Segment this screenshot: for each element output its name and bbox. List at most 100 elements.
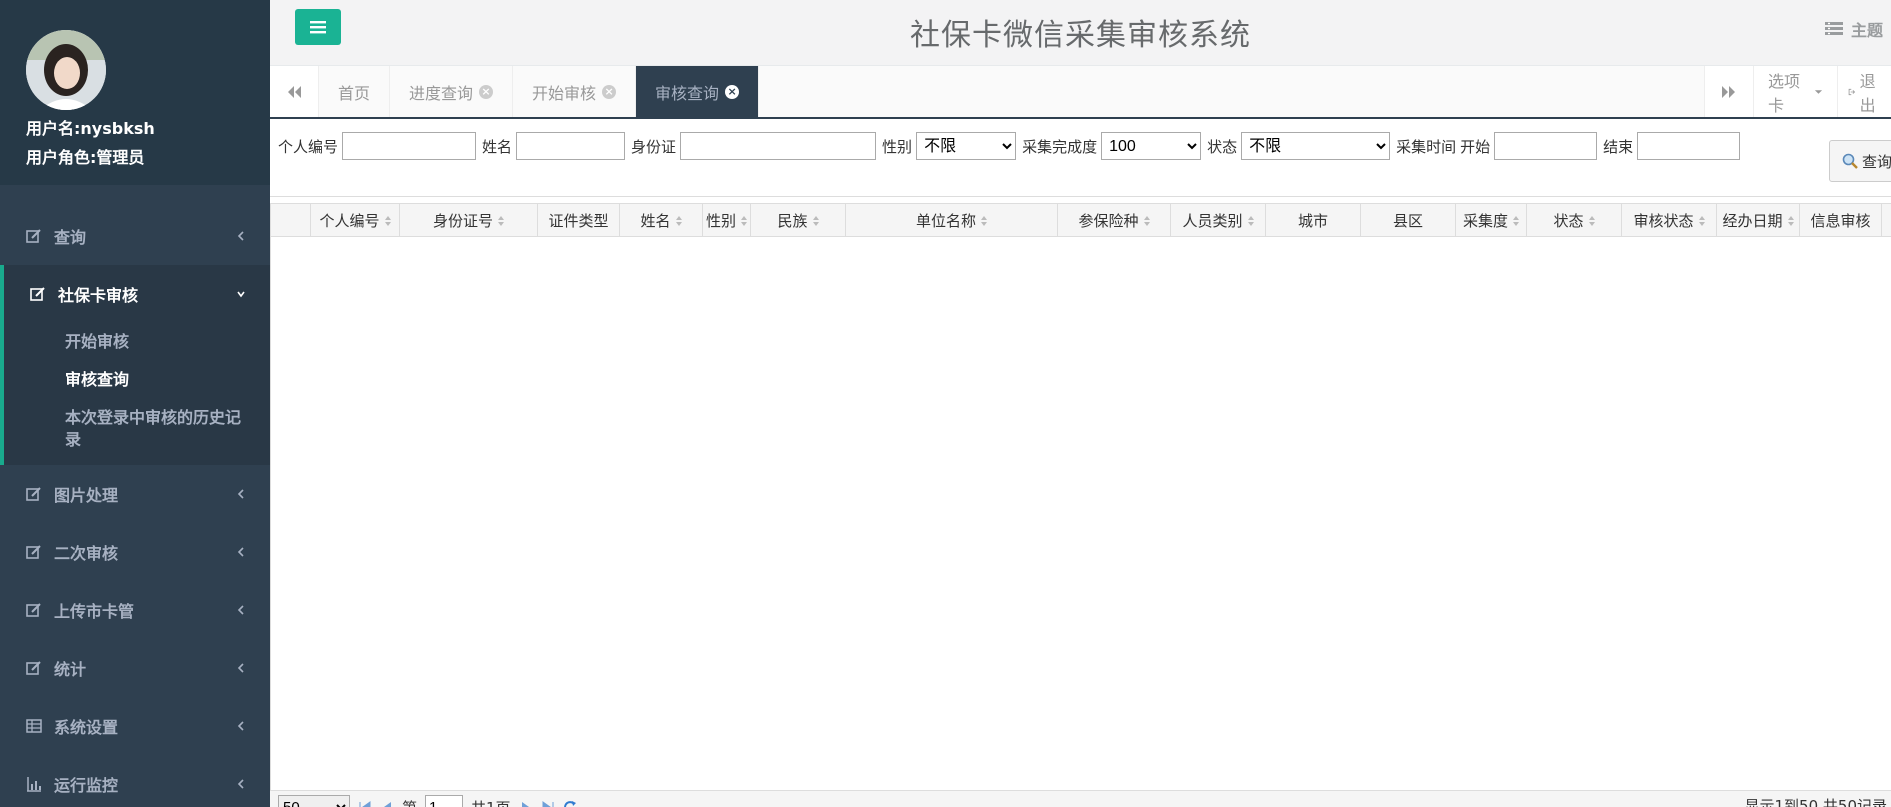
sort-icon[interactable] <box>981 215 987 226</box>
name-input[interactable] <box>516 132 626 160</box>
sort-icon[interactable] <box>1143 215 1150 226</box>
theme-label: 主题 <box>1850 21 1883 40</box>
edit-icon <box>26 229 41 243</box>
status-label: 状态 <box>1207 137 1238 156</box>
sidebar-item-image-processing[interactable]: 图片处理 <box>0 465 270 523</box>
logout-button[interactable]: 退出 <box>1837 66 1891 117</box>
grid-header: 个人编号 身份证号 证件类型 姓名 性别 民族 单位名称 参保险种 人员类别 城市 县区 采集度 状态 审… <box>271 204 1891 237</box>
sidebar-item-monitoring[interactable]: 运行监控 <box>0 755 270 807</box>
start-date-input[interactable] <box>1494 132 1598 160</box>
grid-col-personal-no[interactable]: 个人编号 <box>311 204 400 237</box>
sidebar-subitem-start-audit[interactable]: 开始审核 <box>4 323 270 361</box>
sidebar-item-label: 图片处理 <box>54 486 119 505</box>
edit-icon <box>26 487 41 501</box>
grid-col-company[interactable]: 单位名称 <box>846 204 1058 237</box>
sidebar-item-card-audit[interactable]: 社保卡审核 <box>4 265 270 323</box>
grid-col-person-category[interactable]: 人员类别 <box>1171 204 1266 237</box>
sidebar-item-label: 系统设置 <box>54 718 119 737</box>
sidebar-item-query[interactable]: 查询 <box>0 207 270 265</box>
tab-scroll-right-button[interactable] <box>1704 66 1753 117</box>
grid-col-status[interactable]: 状态 <box>1527 204 1622 237</box>
id-label: 身份证 <box>631 137 677 156</box>
tab-options-dropdown[interactable]: 选项卡 <box>1753 66 1837 117</box>
search-button[interactable]: 查询 <box>1829 140 1891 182</box>
logout-label: 退出 <box>1859 71 1876 115</box>
gender-select[interactable]: 不限 <box>916 132 1017 160</box>
pager-summary: 显示1到50,共50记录 <box>1744 797 1888 807</box>
tab-actions: 选项卡 退出 <box>1704 66 1891 117</box>
sidebar-subitem-audit-query[interactable]: 审核查询 <box>4 361 270 399</box>
sort-icon[interactable] <box>675 215 682 226</box>
sort-icon[interactable] <box>1513 215 1519 226</box>
column-label: 审核状态 <box>1633 212 1694 230</box>
tab-list: 首页 进度查询 × 开始审核 × 审核查询 × <box>319 66 760 117</box>
pager: 50 第 共1页 显示1到50,共50记录 <box>270 790 1891 807</box>
grid-col-audit-status[interactable]: 审核状态 <box>1622 204 1717 237</box>
tab-scroll-left-button[interactable] <box>270 66 319 117</box>
tab-audit-query[interactable]: 审核查询 × <box>636 66 760 117</box>
chevron-left-icon <box>237 605 244 615</box>
completeness-select[interactable]: 100 <box>1101 132 1202 160</box>
grid-col-doc-type[interactable]: 证件类型 <box>538 204 620 237</box>
sort-icon[interactable] <box>384 215 391 226</box>
grid-col-select[interactable] <box>271 204 311 237</box>
page-title: 社保卡微信采集审核系统 <box>910 18 1251 53</box>
grid-col-gender[interactable]: 性别 <box>703 204 751 237</box>
collect-time-label: 采集时间 <box>1396 137 1457 156</box>
sort-icon[interactable] <box>1247 215 1254 226</box>
personal-no-input[interactable] <box>342 132 477 160</box>
sort-icon[interactable] <box>1588 215 1595 226</box>
close-icon[interactable]: × <box>725 84 740 99</box>
sidebar-item-system-settings[interactable]: 系统设置 <box>0 697 270 755</box>
table-icon <box>26 719 42 733</box>
theme-button[interactable]: 主题 <box>1824 17 1883 41</box>
close-icon[interactable]: × <box>602 84 617 99</box>
sidebar-item-label: 二次审核 <box>54 544 119 563</box>
close-icon[interactable]: × <box>479 84 494 99</box>
grid-col-handle-date[interactable]: 经办日期 <box>1717 204 1800 237</box>
sort-icon[interactable] <box>1787 215 1794 226</box>
first-page-icon[interactable] <box>358 800 372 807</box>
sidebar-subitem-audit-history[interactable]: 本次登录中审核的历史记录 <box>4 399 270 459</box>
column-label: 性别 <box>705 212 736 230</box>
sidebar-item-label: 上传市卡管 <box>54 602 135 621</box>
last-page-icon[interactable] <box>541 800 555 807</box>
refresh-icon[interactable] <box>563 800 577 807</box>
grid-col-ethnicity[interactable]: 民族 <box>751 204 846 237</box>
sort-icon[interactable] <box>812 215 819 226</box>
grid-col-district[interactable]: 县区 <box>1361 204 1456 237</box>
sort-icon[interactable] <box>498 215 504 226</box>
grid-col-insurance-type[interactable]: 参保险种 <box>1058 204 1171 237</box>
page-number-input[interactable] <box>425 795 464 807</box>
grid-col-id-no[interactable]: 身份证号 <box>400 204 538 237</box>
tab-start-audit[interactable]: 开始审核 × <box>513 66 637 117</box>
avatar[interactable] <box>26 30 106 110</box>
tab-label: 进度查询 <box>409 83 474 103</box>
tab-home[interactable]: 首页 <box>319 66 391 117</box>
name-label: 姓名 <box>482 137 513 156</box>
grid-col-completeness[interactable]: 采集度 <box>1456 204 1527 237</box>
username: 用户名:nysbksh <box>26 119 155 138</box>
grid-col-name[interactable]: 姓名 <box>620 204 703 237</box>
status-select[interactable]: 不限 <box>1241 132 1391 160</box>
tab-progress-query[interactable]: 进度查询 × <box>390 66 514 117</box>
end-date-input[interactable] <box>1637 132 1741 160</box>
page-size-select[interactable]: 50 <box>278 795 350 807</box>
column-label: 个人编号 <box>319 212 380 230</box>
pager-controls: 50 第 共1页 <box>278 795 577 807</box>
tab-label: 开始审核 <box>532 83 597 103</box>
sidebar-item-label: 运行监控 <box>54 776 119 795</box>
grid-col-info-audit[interactable]: 信息审核 <box>1800 204 1882 237</box>
sort-icon[interactable] <box>1698 215 1705 226</box>
sort-icon[interactable] <box>741 215 747 226</box>
sidebar-item-upload-city[interactable]: 上传市卡管 <box>0 581 270 639</box>
sidebar-item-statistics[interactable]: 统计 <box>0 639 270 697</box>
next-page-icon[interactable] <box>519 800 533 807</box>
end-label: 结束 <box>1603 137 1634 156</box>
id-input[interactable] <box>680 132 877 160</box>
chevron-left-icon <box>237 231 244 241</box>
sidebar-item-second-audit[interactable]: 二次审核 <box>0 523 270 581</box>
top-header: 社保卡微信采集审核系统 主题 <box>270 0 1891 66</box>
grid-col-city[interactable]: 城市 <box>1266 204 1361 237</box>
prev-page-icon[interactable] <box>380 800 394 807</box>
